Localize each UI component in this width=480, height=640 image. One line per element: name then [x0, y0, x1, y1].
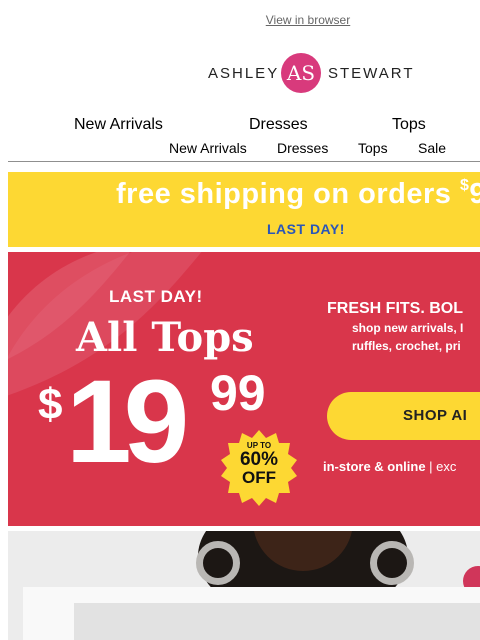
subnav-new-arrivals[interactable]: New Arrivals — [169, 140, 247, 156]
price-currency: $ — [38, 380, 63, 429]
promo-subline-1: shop new arrivals, I — [352, 321, 464, 335]
all-tops-promo-banner[interactable]: LAST DAY! All Tops $ 19 99 UP TO 60% OFF… — [8, 252, 480, 526]
discount-badge: UP TO 60% OFF — [221, 430, 297, 506]
promo-availability: in-store & online | exc — [323, 459, 457, 474]
promo-eyebrow: LAST DAY! — [109, 287, 203, 306]
promo-tagline: FRESH FITS. BOL — [327, 300, 463, 317]
shipping-subtext: LAST DAY! — [267, 221, 345, 237]
shop-all-button[interactable]: SHOP AI — [327, 392, 480, 440]
subnav-dresses[interactable]: Dresses — [277, 140, 328, 156]
logo-monogram-text: AS — [286, 61, 315, 85]
nav-tops[interactable]: Tops — [392, 116, 426, 134]
price-cents: 99 — [210, 365, 266, 421]
model-photo-banner[interactable] — [8, 531, 480, 640]
photo-inner-panel — [74, 603, 480, 640]
badge-off-text: OFF — [242, 468, 276, 487]
price-dollars: 19 — [66, 356, 189, 488]
subnav-sale[interactable]: Sale — [418, 140, 446, 156]
shipping-amount: 99 — [469, 178, 480, 210]
promo-subline-2: ruffles, crochet, pri — [352, 339, 461, 353]
shipping-currency: $ — [459, 177, 470, 195]
hoop-earring-left — [196, 541, 240, 585]
logo-word-left: ASHLEY — [208, 65, 280, 82]
hoop-earring-right — [370, 541, 414, 585]
shipping-headline: free shipping on orders $99 — [116, 177, 480, 211]
logo-monogram-icon: AS — [281, 53, 321, 93]
nav-divider — [8, 161, 480, 162]
view-in-browser-link[interactable]: View in browser — [0, 13, 480, 27]
nav-dresses[interactable]: Dresses — [249, 116, 308, 134]
brand-logo[interactable]: ASHLEY AS STEWART — [208, 52, 413, 96]
badge-percent: 60% — [239, 449, 279, 470]
shop-button-label: SHOP AI — [403, 407, 468, 424]
subnav-tops[interactable]: Tops — [358, 140, 388, 156]
free-shipping-banner[interactable]: free shipping on orders $99 LAST DAY! — [8, 172, 480, 247]
logo-word-right: STEWART — [328, 65, 415, 82]
nav-new-arrivals[interactable]: New Arrivals — [74, 116, 163, 134]
